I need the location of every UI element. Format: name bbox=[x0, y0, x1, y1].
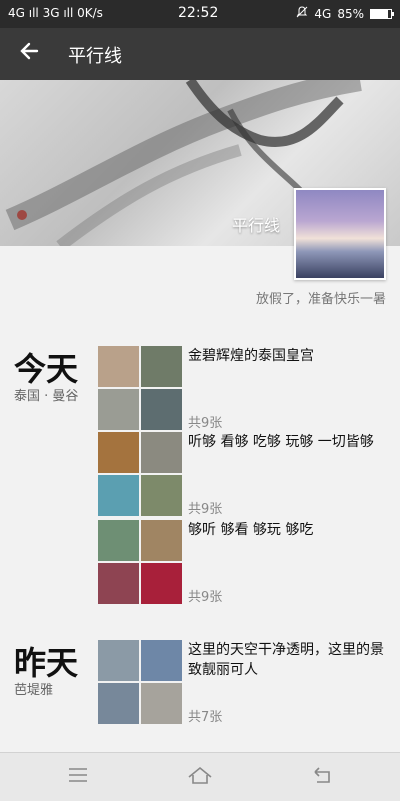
post-text: 这里的天空干净透明，这里的景致靓丽可人 bbox=[188, 642, 384, 678]
return-icon bbox=[311, 766, 333, 788]
photo-thumbnail bbox=[141, 640, 182, 681]
post-text: 金碧辉煌的泰国皇宫 bbox=[188, 348, 314, 364]
day-location: 泰国 · 曼谷 bbox=[14, 389, 79, 404]
photo-thumbnail bbox=[98, 346, 139, 387]
clock: 22:52 bbox=[178, 5, 219, 21]
battery-percent: 85% bbox=[337, 6, 364, 21]
notification-mute-icon bbox=[296, 6, 308, 21]
photo-thumbnail bbox=[98, 475, 139, 516]
menu-icon bbox=[67, 767, 89, 787]
app-bar: 平行线 bbox=[0, 28, 400, 80]
avatar[interactable] bbox=[294, 188, 386, 280]
menu-button[interactable] bbox=[58, 763, 98, 791]
photo-thumbnail bbox=[141, 520, 182, 561]
post-item[interactable]: 金碧辉煌的泰国皇宫 共9张 bbox=[98, 346, 388, 431]
photo-count: 共9张 bbox=[188, 416, 223, 431]
photo-count: 共9张 bbox=[188, 502, 223, 517]
post-item[interactable]: 听够 看够 吃够 玩够 一切皆够 共9张 bbox=[98, 432, 388, 517]
post-text: 够听 够看 够玩 够吃 bbox=[188, 522, 314, 538]
photo-thumbnail bbox=[98, 520, 139, 561]
post-item[interactable]: 够听 够看 够玩 够吃 共9张 bbox=[98, 520, 388, 605]
system-nav-bar bbox=[0, 752, 400, 801]
day-title: 今天 bbox=[14, 350, 79, 388]
post-thumbnails bbox=[98, 432, 182, 516]
profile-signature: 放假了，准备快乐一暑 bbox=[255, 292, 386, 307]
photo-thumbnail bbox=[98, 683, 139, 724]
home-button[interactable] bbox=[180, 763, 220, 791]
signal-status: 4G ıll 3G ıll 0K/s bbox=[8, 6, 103, 20]
photo-thumbnail bbox=[141, 346, 182, 387]
battery-icon bbox=[370, 8, 394, 19]
photo-thumbnail bbox=[98, 432, 139, 473]
photo-thumbnail bbox=[141, 475, 182, 516]
post-thumbnails bbox=[98, 640, 182, 724]
day-title: 昨天 bbox=[14, 644, 79, 682]
photo-thumbnail bbox=[141, 432, 182, 473]
post-item[interactable]: 这里的天空干净透明，这里的景致靓丽可人 共7张 bbox=[98, 640, 388, 725]
photo-count: 共7张 bbox=[188, 710, 223, 725]
back-arrow-icon bbox=[19, 41, 39, 65]
return-button[interactable] bbox=[302, 763, 342, 791]
photo-thumbnail bbox=[141, 389, 182, 430]
post-text: 听够 看够 吃够 玩够 一切皆够 bbox=[188, 434, 374, 450]
photo-thumbnail bbox=[141, 683, 182, 724]
status-right: 4G 85% bbox=[296, 6, 394, 21]
post-thumbnails bbox=[98, 346, 182, 430]
photo-thumbnail bbox=[98, 563, 139, 604]
day-location: 芭堤雅 bbox=[14, 683, 54, 698]
back-button[interactable] bbox=[14, 38, 44, 68]
profile-name: 平行线 bbox=[231, 216, 280, 235]
status-bar: 4G ıll 3G ıll 0K/s 22:52 4G 85% bbox=[0, 0, 400, 28]
network-type: 4G bbox=[314, 6, 332, 21]
photo-thumbnail bbox=[98, 389, 139, 430]
post-thumbnails bbox=[98, 520, 182, 604]
home-icon bbox=[187, 765, 213, 789]
page-title: 平行线 bbox=[68, 46, 122, 67]
battery-fill bbox=[371, 9, 388, 18]
photo-thumbnail bbox=[98, 640, 139, 681]
photo-thumbnail bbox=[141, 563, 182, 604]
photo-count: 共9张 bbox=[188, 590, 223, 605]
